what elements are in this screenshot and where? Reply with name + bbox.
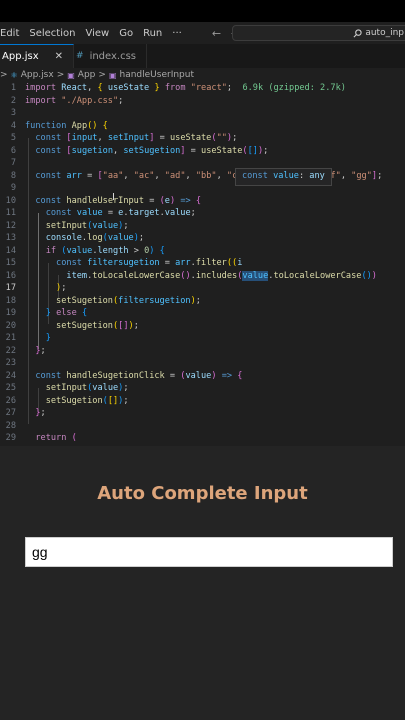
code-line: 13 console.log(value); [0,232,405,245]
line-number: 4 [10,120,16,131]
code-line: 14 if (value.length > 0) { [0,245,405,258]
line-number: 27 [5,408,16,418]
code-line: 4 function App() { [0,120,405,133]
code-line: 12 setInput(value); [0,220,405,233]
code-line: 26 setSugetion([]); [0,395,405,408]
menu-view[interactable]: View [85,28,115,39]
search-icon [353,28,362,37]
hover-tooltip: const value: any [235,168,332,186]
code-line: 5 const [input, setInput] = useState("")… [0,132,405,145]
breadcrumb-chevron: > [0,70,8,80]
line-number: 11 [5,208,16,218]
code-line: 23 [0,357,405,370]
code-line: 18 setSugetion(filtersugetion); [0,295,405,308]
breadcrumb: > ⚛ App.jsx > ▣ App > ▣ handleUserInput [0,68,405,82]
tooltip-type: any [309,171,325,181]
code-line: 20 setSugetion([]); [0,320,405,333]
line-number: 24 [5,370,16,381]
code-line: 19 } else { [0,307,405,320]
line-number: 22 [5,345,16,356]
tab-app-jsx[interactable]: App.jsx ✕ [0,44,75,68]
line-number: 26 [5,395,16,406]
code-line: 8 const arr = ["aa", "ac", "ad", "bb", "… [0,170,405,183]
code-line: 25 setInput(value); [0,382,405,395]
line-number: 23 [5,358,16,368]
line-number: 21 [5,333,16,343]
line-number: 13 [5,233,16,243]
menu-edit[interactable]: Edit [0,28,25,39]
line-number: 12 [5,220,16,231]
line-number: 6 [10,145,16,156]
breadcrumb-function[interactable]: handleUserInput [120,70,195,80]
line-number: 29 [5,433,16,443]
code-line: 3 [0,107,405,120]
code-line: 29 return ( [0,432,405,445]
css-file-icon: # [76,51,84,61]
menu-selection[interactable]: Selection [29,28,81,39]
breadcrumb-separator: > [56,70,65,80]
code-line: 21 } [0,332,405,345]
code-line: 15 const filtersugetion = arr.filter((i [0,257,405,270]
tooltip-name: value [273,171,299,181]
line-number: 9 [10,183,16,193]
code-line: 27 }; [0,407,405,420]
line-number: 3 [10,108,16,118]
ibeam-cursor-icon: I [112,192,115,203]
code-line: 7 [0,157,405,170]
line-number: 20 [5,320,16,331]
code-line: 24 const handleSugetionClick = (value) =… [0,370,405,383]
line-number: 15 [5,258,16,268]
line-number: 28 [5,420,16,431]
menu-bar: Edit Selection View Go Run ··· ← → auto_… [0,22,405,44]
line-number: 19 [5,308,16,318]
function-symbol-icon: ▣ [108,70,117,80]
breadcrumb-file[interactable]: App.jsx [21,70,54,80]
code-line: 6 const [sugetion, setSugetion] = useSta… [0,145,405,158]
menu-more[interactable]: ··· [172,28,188,39]
line-number: 8 [10,170,16,181]
tab-label: App.jsx [2,51,39,62]
line-number: 5 [10,133,16,143]
breadcrumb-separator: > [98,70,106,80]
line-number: 1 [10,83,16,93]
tab-label: index.css [89,50,137,62]
code-line: 1 import React, { useState } from "react"… [0,82,405,95]
line-number: 10 [5,195,16,206]
code-line: 16 item.toLocaleLowerCase().includes(val… [0,270,405,283]
code-line: 10 const handleUserInput = (e) => { [0,195,405,208]
app-preview: Auto Complete Input [0,446,405,720]
menu-run[interactable]: Run [143,28,168,39]
code-line: 22 }; [0,345,405,358]
component-symbol-icon: ▣ [67,70,75,80]
command-center-search[interactable]: auto_inp [232,25,405,41]
autocomplete-input[interactable] [25,537,393,567]
top-black-bar [0,0,405,22]
react-file-icon: ⚛ [10,70,18,80]
line-number: 14 [5,245,16,256]
line-number: 18 [5,295,16,306]
line-number: 7 [10,158,16,168]
line-number-current: 17 [5,283,16,293]
line-number: 2 [10,95,16,106]
search-text: auto_inp [365,28,404,38]
import-cost-hint: 6.9k (gzipped: 2.7k) [242,83,346,93]
code-line: 11 const value = e.target.value; [0,207,405,220]
breadcrumb-component[interactable]: App [78,70,96,80]
code-line: 9 [0,182,405,195]
tooltip-keyword: const [242,171,268,181]
code-line: 28 [0,420,405,433]
page-title: Auto Complete Input [97,483,308,504]
line-number: 16 [5,270,16,281]
tab-index-css[interactable]: # index.css [74,44,148,68]
close-icon[interactable]: ✕ [55,51,63,62]
code-line: 17 ); [0,282,405,295]
back-arrow-icon[interactable]: ← [212,27,221,40]
code-editor[interactable]: 1 import React, { useState } from "react"… [0,82,405,446]
code-line: 2 import "./App.css"; [0,95,405,108]
menu-go[interactable]: Go [119,28,139,39]
line-number: 25 [5,383,16,393]
editor-tabs: App.jsx ✕ # index.css [0,44,405,68]
